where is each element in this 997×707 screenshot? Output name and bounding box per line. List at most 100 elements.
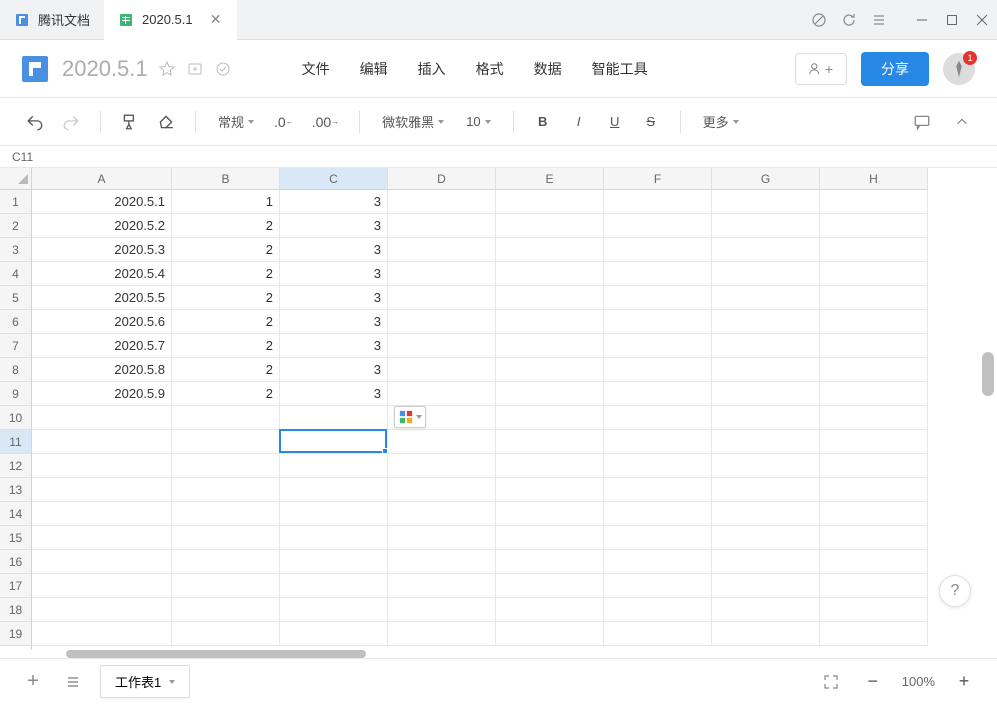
- fullscreen-button[interactable]: [818, 668, 844, 696]
- cell[interactable]: [496, 622, 604, 646]
- cell[interactable]: [712, 190, 820, 214]
- cell[interactable]: [712, 574, 820, 598]
- cell[interactable]: [820, 526, 928, 550]
- cell[interactable]: [820, 478, 928, 502]
- cell[interactable]: 1: [172, 190, 280, 214]
- cell[interactable]: [32, 526, 172, 550]
- cell[interactable]: [172, 478, 280, 502]
- cell[interactable]: [820, 334, 928, 358]
- zoom-out-button[interactable]: −: [860, 668, 886, 696]
- cell[interactable]: [604, 214, 712, 238]
- cell[interactable]: [496, 238, 604, 262]
- cell[interactable]: [388, 358, 496, 382]
- cell[interactable]: [388, 598, 496, 622]
- cell[interactable]: 2020.5.3: [32, 238, 172, 262]
- cell[interactable]: [388, 526, 496, 550]
- cell[interactable]: [388, 334, 496, 358]
- menu-format[interactable]: 格式: [476, 59, 504, 79]
- font-dropdown[interactable]: 微软雅黑: [376, 112, 450, 131]
- row-header[interactable]: 15: [0, 526, 31, 550]
- cell[interactable]: [172, 406, 280, 430]
- cell[interactable]: [712, 598, 820, 622]
- cell[interactable]: [604, 430, 712, 454]
- row-header[interactable]: 19: [0, 622, 31, 646]
- cell[interactable]: [604, 286, 712, 310]
- cell[interactable]: [712, 406, 820, 430]
- cell[interactable]: [820, 622, 928, 646]
- cell[interactable]: [496, 310, 604, 334]
- cell[interactable]: [496, 334, 604, 358]
- row-header[interactable]: 18: [0, 598, 31, 622]
- cell[interactable]: [32, 454, 172, 478]
- strike-button[interactable]: S: [638, 108, 664, 136]
- cell[interactable]: [820, 214, 928, 238]
- maximize-button[interactable]: [937, 0, 967, 40]
- close-icon[interactable]: ✕: [209, 13, 223, 27]
- spreadsheet-grid[interactable]: 12345678910111213141516171819 ABCDEFGH 2…: [0, 168, 997, 650]
- add-sheet-button[interactable]: +: [20, 668, 46, 696]
- cell[interactable]: [604, 550, 712, 574]
- row-header[interactable]: 7: [0, 334, 31, 358]
- cell[interactable]: [496, 478, 604, 502]
- cell[interactable]: [388, 214, 496, 238]
- cell[interactable]: [280, 454, 388, 478]
- minimize-button[interactable]: [907, 0, 937, 40]
- cell[interactable]: [280, 598, 388, 622]
- cell[interactable]: 2020.5.7: [32, 334, 172, 358]
- cell[interactable]: [604, 238, 712, 262]
- cell[interactable]: [388, 574, 496, 598]
- cell[interactable]: [712, 214, 820, 238]
- collapse-icon[interactable]: [949, 108, 975, 136]
- cell[interactable]: [388, 382, 496, 406]
- cell[interactable]: [604, 598, 712, 622]
- cell[interactable]: [496, 526, 604, 550]
- cell[interactable]: 3: [280, 214, 388, 238]
- sync-icon[interactable]: [214, 60, 232, 78]
- cell[interactable]: [712, 550, 820, 574]
- vertical-scrollbar[interactable]: [982, 352, 994, 396]
- column-header[interactable]: A: [32, 168, 172, 190]
- cell[interactable]: [388, 454, 496, 478]
- cell[interactable]: 2020.5.8: [32, 358, 172, 382]
- cell[interactable]: 2: [172, 238, 280, 262]
- row-header[interactable]: 13: [0, 478, 31, 502]
- cell[interactable]: [712, 334, 820, 358]
- cell[interactable]: 2: [172, 334, 280, 358]
- cell[interactable]: [604, 190, 712, 214]
- cell[interactable]: [280, 526, 388, 550]
- cell[interactable]: [820, 310, 928, 334]
- column-header[interactable]: F: [604, 168, 712, 190]
- cell[interactable]: [32, 478, 172, 502]
- cell[interactable]: 3: [280, 286, 388, 310]
- cell[interactable]: [712, 502, 820, 526]
- cell[interactable]: 2: [172, 310, 280, 334]
- row-header[interactable]: 16: [0, 550, 31, 574]
- select-all-corner[interactable]: [0, 168, 31, 190]
- cell[interactable]: 3: [280, 238, 388, 262]
- cell[interactable]: [172, 622, 280, 646]
- tab-document[interactable]: 2020.5.1 ✕: [104, 0, 237, 40]
- cell[interactable]: [280, 550, 388, 574]
- row-header[interactable]: 4: [0, 262, 31, 286]
- menu-edit[interactable]: 编辑: [360, 59, 388, 79]
- avatar[interactable]: 1: [943, 53, 975, 85]
- cell[interactable]: 3: [280, 358, 388, 382]
- cell[interactable]: 3: [280, 382, 388, 406]
- horizontal-scrollbar[interactable]: [66, 650, 366, 658]
- cell[interactable]: 2020.5.9: [32, 382, 172, 406]
- cell[interactable]: [496, 574, 604, 598]
- cell[interactable]: [388, 502, 496, 526]
- menu-data[interactable]: 数据: [534, 59, 562, 79]
- add-person-button[interactable]: +: [795, 53, 847, 85]
- cell[interactable]: [280, 430, 388, 454]
- block-icon[interactable]: [811, 12, 827, 28]
- cell[interactable]: [496, 454, 604, 478]
- cell[interactable]: [172, 574, 280, 598]
- help-button[interactable]: ?: [939, 575, 971, 607]
- cell[interactable]: [604, 622, 712, 646]
- cell[interactable]: [604, 262, 712, 286]
- cell[interactable]: [604, 574, 712, 598]
- cell[interactable]: [172, 526, 280, 550]
- clear-format-button[interactable]: [153, 108, 179, 136]
- column-header[interactable]: C: [280, 168, 388, 190]
